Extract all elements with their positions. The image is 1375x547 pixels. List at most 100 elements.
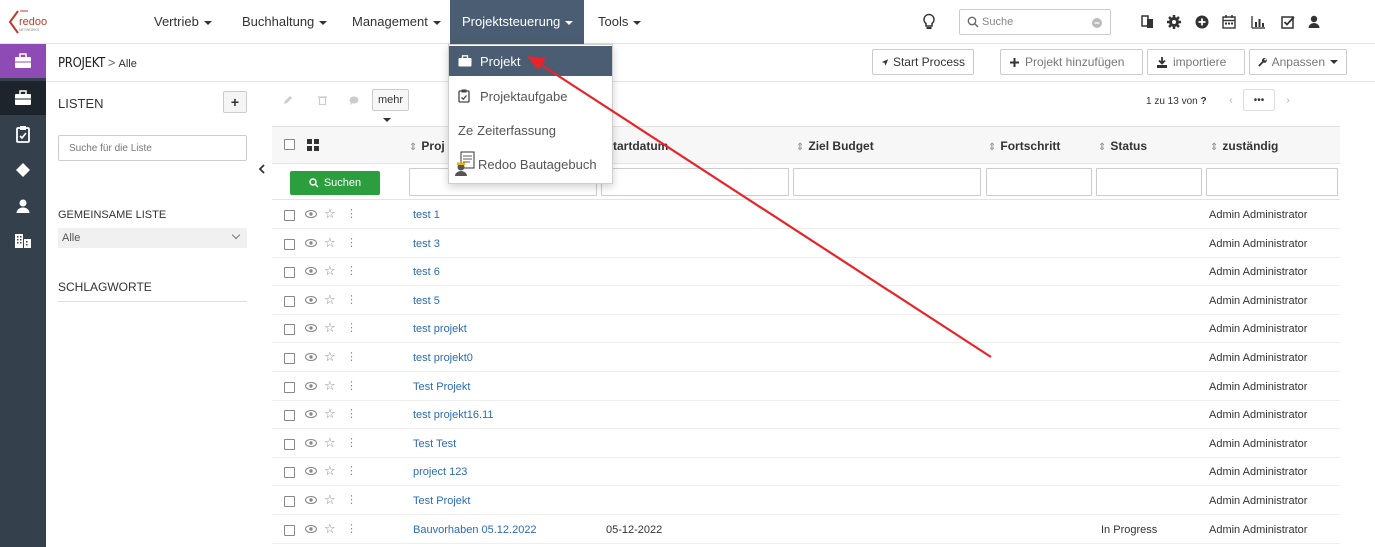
eye-icon[interactable] <box>305 352 317 362</box>
more-actions-button[interactable]: mehr <box>372 89 410 123</box>
grid-columns-icon[interactable] <box>307 139 319 151</box>
more-options-icon[interactable]: ⋮ <box>346 293 357 306</box>
project-name-link[interactable]: Test Projekt <box>413 495 470 507</box>
more-options-icon[interactable]: ⋮ <box>346 436 357 449</box>
shared-list-select[interactable]: Alle <box>58 228 247 248</box>
nav-vertrieb[interactable]: Vertrieb <box>146 0 234 44</box>
clear-search-icon[interactable] <box>1091 17 1103 29</box>
nav-tools[interactable]: Tools <box>584 0 654 44</box>
select-all-checkbox[interactable] <box>284 139 295 150</box>
more-options-icon[interactable]: ⋮ <box>346 493 357 506</box>
star-icon[interactable]: ☆ <box>324 321 336 334</box>
project-name-link[interactable]: test 6 <box>413 266 440 278</box>
search-button[interactable]: Suchen <box>290 171 380 195</box>
calendar-icon[interactable] <box>1220 13 1238 31</box>
redoo-logo[interactable]: redoo NETWORKS <box>8 7 54 37</box>
col-status-header[interactable]: ⇕ Status <box>1098 139 1147 153</box>
sidebar-projekt[interactable] <box>0 81 46 115</box>
star-icon[interactable]: ☆ <box>324 436 336 449</box>
more-options-icon[interactable]: ⋮ <box>346 407 357 420</box>
filter-start-input[interactable] <box>601 168 789 196</box>
edit-icon[interactable] <box>276 87 300 113</box>
col-owner-header[interactable]: ⇕ zuständig <box>1210 139 1278 153</box>
add-project-button[interactable]: Projekt hinzufügen <box>1000 49 1143 75</box>
eye-icon[interactable] <box>305 524 317 534</box>
more-options-icon[interactable]: ⋮ <box>346 522 357 535</box>
row-checkbox[interactable] <box>284 353 295 364</box>
global-search[interactable] <box>959 9 1111 35</box>
bar-chart-icon[interactable] <box>1249 13 1267 31</box>
col-budget-header[interactable]: ⇕ Ziel Budget <box>796 139 874 153</box>
row-checkbox[interactable] <box>284 381 295 393</box>
prev-page-button[interactable]: ‹ <box>1222 89 1240 111</box>
project-name-link[interactable]: Test Projekt <box>413 381 470 393</box>
star-icon[interactable]: ☆ <box>324 236 336 249</box>
filter-budget-input[interactable] <box>793 168 981 196</box>
col-progress-header[interactable]: ⇕ Fortschritt <box>988 139 1060 153</box>
row-checkbox[interactable] <box>284 267 295 279</box>
filter-progress-input[interactable] <box>986 168 1092 196</box>
eye-icon[interactable] <box>305 295 317 305</box>
table-row[interactable]: ☆ ⋮ test 6 Admin Administrator <box>272 258 1340 287</box>
star-icon[interactable]: ☆ <box>324 293 336 306</box>
table-row[interactable]: ☆ ⋮ test 5 Admin Administrator <box>272 287 1340 315</box>
filter-status-input[interactable] <box>1096 168 1202 196</box>
more-options-icon[interactable]: ⋮ <box>346 464 357 477</box>
row-checkbox[interactable] <box>284 324 295 336</box>
table-row[interactable]: ☆ ⋮ test 1 Admin Administrator <box>272 201 1340 229</box>
eye-icon[interactable] <box>305 323 317 333</box>
project-name-link[interactable]: test projekt <box>413 323 467 335</box>
star-icon[interactable]: ☆ <box>324 350 336 363</box>
star-icon[interactable]: ☆ <box>324 264 336 277</box>
table-row[interactable]: ☆ ⋮ Test Projekt Admin Administrator <box>272 373 1340 401</box>
row-checkbox[interactable] <box>284 438 295 450</box>
sidebar-tasks[interactable] <box>0 117 46 151</box>
more-options-icon[interactable]: ⋮ <box>346 321 357 334</box>
comment-icon[interactable] <box>342 87 366 113</box>
project-name-link[interactable]: test projekt0 <box>413 352 473 364</box>
row-checkbox[interactable] <box>284 210 295 221</box>
more-options-icon[interactable]: ⋮ <box>346 350 357 363</box>
nav-projektsteuerung[interactable]: Projektsteuerung <box>450 0 584 44</box>
breadcrumb-module[interactable]: PROJEKT <box>58 56 105 71</box>
trash-icon[interactable] <box>310 87 334 113</box>
table-row[interactable]: ☆ ⋮ Test Test Admin Administrator <box>272 430 1340 458</box>
page-jump-button[interactable]: ••• <box>1243 89 1275 111</box>
star-icon[interactable]: ☆ <box>324 464 336 477</box>
add-circle-icon[interactable] <box>1193 13 1211 31</box>
table-row[interactable]: ☆ ⋮ test 3 Admin Administrator <box>272 230 1340 258</box>
more-options-icon[interactable]: ⋮ <box>346 207 357 220</box>
table-row[interactable]: ☆ ⋮ test projekt16.11 Admin Administrator <box>272 401 1340 430</box>
nav-management[interactable]: Management <box>344 0 450 44</box>
table-row[interactable]: ☆ ⋮ project 123 Admin Administrator <box>272 458 1340 487</box>
pagination-total[interactable]: ? <box>1201 96 1207 107</box>
row-checkbox[interactable] <box>284 496 295 507</box>
menu-item-projektaufgabe[interactable]: Projektaufgabe <box>449 81 612 111</box>
table-row[interactable]: ☆ ⋮ test projekt0 Admin Administrator <box>272 344 1340 372</box>
menu-item-projekt[interactable]: Projekt <box>449 46 612 76</box>
eye-icon[interactable] <box>305 209 317 219</box>
sidebar-organizations[interactable] <box>0 224 46 258</box>
eye-icon[interactable] <box>305 409 317 419</box>
sidebar-contacts[interactable] <box>0 189 46 223</box>
row-checkbox[interactable] <box>284 295 295 307</box>
col-name-header[interactable]: ⇕ Proj <box>409 139 445 153</box>
row-checkbox[interactable] <box>284 238 295 250</box>
project-name-link[interactable]: Test Test <box>413 438 456 450</box>
row-checkbox[interactable] <box>284 467 295 479</box>
gear-icon[interactable] <box>1165 13 1183 31</box>
project-name-link[interactable]: test 5 <box>413 295 440 307</box>
project-name-link[interactable]: Bauvorhaben 05.12.2022 <box>413 524 537 536</box>
eye-icon[interactable] <box>305 381 317 391</box>
menu-item-zeiterfassung[interactable]: Ze Zeiterfassung <box>449 115 612 145</box>
checkbox-tasks-icon[interactable] <box>1279 13 1297 31</box>
star-icon[interactable]: ☆ <box>324 379 336 392</box>
more-options-icon[interactable]: ⋮ <box>346 264 357 277</box>
project-name-link[interactable]: test 3 <box>413 238 440 250</box>
star-icon[interactable]: ☆ <box>324 407 336 420</box>
next-page-button[interactable]: › <box>1279 89 1297 111</box>
customize-button[interactable]: Anpassen <box>1249 49 1347 75</box>
menu-item-bautagebuch[interactable]: Redoo Bautagebuch <box>449 149 612 179</box>
project-name-link[interactable]: project 123 <box>413 466 467 478</box>
add-list-button[interactable]: + <box>223 91 247 113</box>
